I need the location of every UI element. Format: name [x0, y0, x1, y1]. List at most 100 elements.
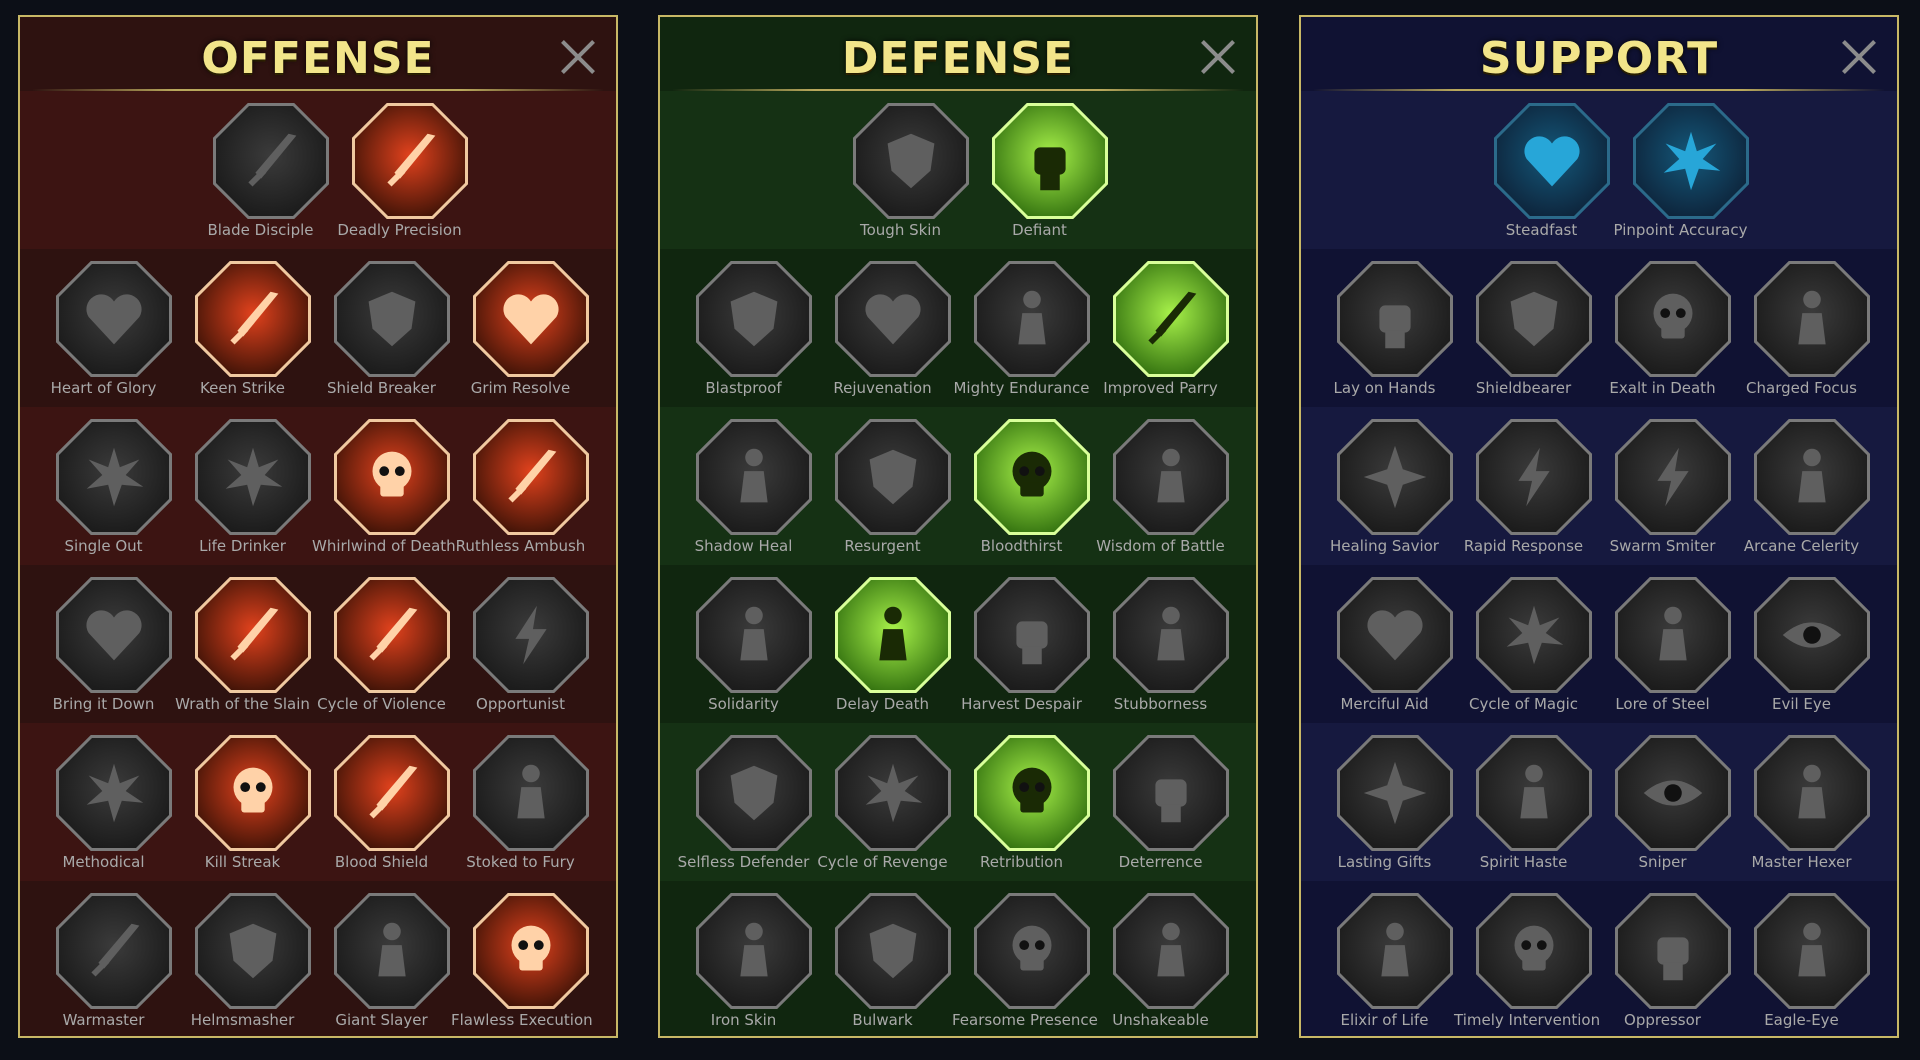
talent-shield-breaker[interactable]: Shield Breaker — [312, 249, 451, 407]
talent-label: Blood Shield — [334, 853, 429, 871]
talent-lay-on-hands[interactable]: Lay on Hands — [1315, 249, 1454, 407]
talent-charged-focus[interactable]: Charged Focus — [1732, 249, 1871, 407]
talent-healing-savior[interactable]: Healing Savior — [1315, 407, 1454, 565]
heart-plus-icon — [1497, 106, 1607, 216]
talent-label: Sniper — [1638, 853, 1687, 871]
talent-exalt-in-death[interactable]: Exalt in Death — [1593, 249, 1732, 407]
talent-master-hexer[interactable]: Master Hexer — [1732, 723, 1871, 881]
talent-label: Solidarity — [708, 695, 779, 713]
talent-bulwark[interactable]: Bulwark — [813, 881, 952, 1036]
talent-ruthless-ambush[interactable]: Ruthless Ambush — [451, 407, 590, 565]
talent-blood-shield[interactable]: Blood Shield — [312, 723, 451, 881]
talent-steadfast[interactable]: Steadfast — [1472, 91, 1611, 249]
heart-organ-icon-glyph — [865, 294, 921, 345]
arrow-target-icon-glyph — [86, 447, 144, 507]
talent-spirit-haste[interactable]: Spirit Haste — [1454, 723, 1593, 881]
sun-skull-icon — [977, 738, 1087, 848]
talent-stubborness[interactable]: Stubborness — [1091, 565, 1230, 723]
talent-hex — [56, 735, 172, 851]
talent-oppressor[interactable]: Oppressor — [1593, 881, 1732, 1036]
talent-improved-parry[interactable]: Improved Parry — [1091, 249, 1230, 407]
giant-icon — [337, 896, 447, 1006]
eagle-icon — [1757, 896, 1867, 1006]
talent-pinpoint-accuracy[interactable]: Pinpoint Accuracy — [1611, 91, 1750, 249]
talent-hex — [835, 577, 951, 693]
talent-deadly-precision[interactable]: Deadly Precision — [330, 91, 469, 249]
talent-shadow-heal[interactable]: Shadow Heal — [674, 407, 813, 565]
open-book-icon — [1618, 580, 1728, 690]
close-icon[interactable] — [1200, 39, 1236, 75]
talent-lore-of-steel[interactable]: Lore of Steel — [1593, 565, 1732, 723]
talent-label: Evil Eye — [1771, 695, 1832, 713]
talent-bring-it-down[interactable]: Bring it Down — [34, 565, 173, 723]
talent-heart-of-glory[interactable]: Heart of Glory — [34, 249, 173, 407]
talent-arcane-celerity[interactable]: Arcane Celerity — [1732, 407, 1871, 565]
talent-solidarity[interactable]: Solidarity — [674, 565, 813, 723]
talent-grim-resolve[interactable]: Grim Resolve — [451, 249, 590, 407]
talent-label: Methodical — [62, 853, 145, 871]
talent-hex — [1113, 893, 1229, 1009]
talent-wrath-of-the-slain[interactable]: Wrath of the Slain — [173, 565, 312, 723]
talent-label: Rapid Response — [1463, 537, 1584, 555]
talent-hex — [974, 577, 1090, 693]
talent-timely-intervention[interactable]: Timely Intervention — [1454, 881, 1600, 1036]
knight-icon-glyph — [869, 449, 917, 505]
offense-panel-header: OFFENSE — [20, 17, 616, 92]
talent-sniper[interactable]: Sniper — [1593, 723, 1732, 881]
talent-retribution[interactable]: Retribution — [952, 723, 1091, 881]
fist-blade-icon — [198, 580, 308, 690]
compass-star-icon — [1340, 738, 1450, 848]
talent-warmaster[interactable]: Warmaster — [34, 881, 173, 1036]
talent-flawless-execution[interactable]: Flawless Execution — [451, 881, 593, 1036]
talent-label: Cycle of Revenge — [817, 853, 948, 871]
talent-rejuvenation[interactable]: Rejuvenation — [813, 249, 952, 407]
talent-iron-skin[interactable]: Iron Skin — [674, 881, 813, 1036]
talent-label: Fearsome Presence — [952, 1011, 1098, 1029]
talent-hex — [1337, 577, 1453, 693]
close-icon[interactable] — [560, 39, 596, 75]
talent-cycle-of-magic[interactable]: Cycle of Magic — [1454, 565, 1593, 723]
talent-swarm-smiter[interactable]: Swarm Smiter — [1593, 407, 1732, 565]
talent-defiant[interactable]: Defiant — [970, 91, 1109, 249]
talent-mighty-endurance[interactable]: Mighty Endurance — [952, 249, 1091, 407]
talent-delay-death[interactable]: Delay Death — [813, 565, 952, 723]
talent-cycle-of-revenge[interactable]: Cycle of Revenge — [813, 723, 952, 881]
close-icon[interactable] — [1841, 39, 1877, 75]
talent-keen-strike[interactable]: Keen Strike — [173, 249, 312, 407]
talent-shieldbearer[interactable]: Shieldbearer — [1454, 249, 1593, 407]
potion-icon — [1340, 896, 1450, 1006]
talent-stoked-to-fury[interactable]: Stoked to Fury — [451, 723, 590, 881]
talent-blastproof[interactable]: Blastproof — [674, 249, 813, 407]
talent-selfless-defender[interactable]: Selfless Defender — [674, 723, 813, 881]
talent-helmsmasher[interactable]: Helmsmasher — [173, 881, 312, 1036]
talent-merciful-aid[interactable]: Merciful Aid — [1315, 565, 1454, 723]
open-book-icon-glyph — [1659, 606, 1687, 661]
talent-lasting-gifts[interactable]: Lasting Gifts — [1315, 723, 1454, 881]
talent-unshakeable[interactable]: Unshakeable — [1091, 881, 1230, 1036]
talent-cycle-of-violence[interactable]: Cycle of Violence — [312, 565, 451, 723]
talent-methodical[interactable]: Methodical — [34, 723, 173, 881]
talent-rapid-response[interactable]: Rapid Response — [1454, 407, 1593, 565]
talent-label: Pinpoint Accuracy — [1613, 221, 1748, 239]
talent-hex — [696, 893, 812, 1009]
talent-label: Resurgent — [844, 537, 921, 555]
talent-tough-skin[interactable]: Tough Skin — [831, 91, 970, 249]
talent-opportunist[interactable]: Opportunist — [451, 565, 590, 723]
talent-giant-slayer[interactable]: Giant Slayer — [312, 881, 451, 1036]
talent-elixir-of-life[interactable]: Elixir of Life — [1315, 881, 1454, 1036]
talent-whirlwind-of-death[interactable]: Whirlwind of Death — [312, 407, 456, 565]
talent-wisdom-of-battle[interactable]: Wisdom of Battle — [1091, 407, 1230, 565]
talent-eagle-eye[interactable]: Eagle-Eye — [1732, 881, 1871, 1036]
talent-life-drinker[interactable]: Life Drinker — [173, 407, 312, 565]
talent-harvest-despair[interactable]: Harvest Despair — [952, 565, 1091, 723]
talent-label: Eagle-Eye — [1764, 1011, 1839, 1029]
winged-skull-icon — [1479, 896, 1589, 1006]
talent-resurgent[interactable]: Resurgent — [813, 407, 952, 565]
talent-fearsome-presence[interactable]: Fearsome Presence — [952, 881, 1098, 1036]
talent-evil-eye[interactable]: Evil Eye — [1732, 565, 1871, 723]
talent-bloodthirst[interactable]: Bloodthirst — [952, 407, 1091, 565]
talent-blade-disciple[interactable]: Blade Disciple — [191, 91, 330, 249]
talent-single-out[interactable]: Single Out — [34, 407, 173, 565]
talent-deterrence[interactable]: Deterrence — [1091, 723, 1230, 881]
talent-kill-streak[interactable]: Kill Streak — [173, 723, 312, 881]
